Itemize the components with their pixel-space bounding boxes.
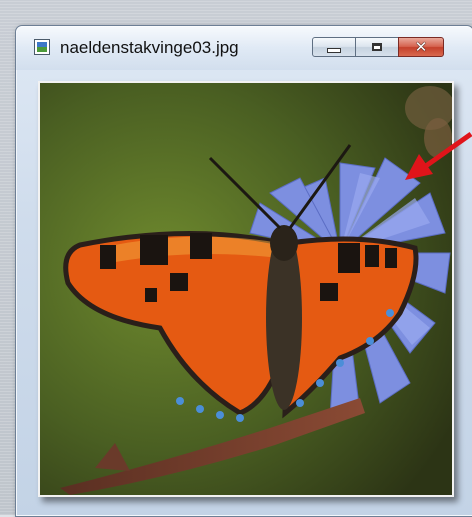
- butterfly-photo: [40, 83, 452, 495]
- minimize-icon: [327, 47, 341, 53]
- minimize-button[interactable]: [312, 37, 356, 57]
- close-button[interactable]: ✕: [398, 37, 444, 57]
- image-canvas: [38, 81, 454, 497]
- maximize-button[interactable]: [355, 37, 399, 57]
- maximize-icon: [372, 43, 382, 51]
- close-icon: ✕: [414, 38, 428, 56]
- image-viewer-window[interactable]: naeldenstakvinge03.jpg ✕: [15, 25, 472, 517]
- red-arrow-icon: [405, 131, 472, 180]
- image-file-icon: [34, 39, 50, 55]
- window-titlebar[interactable]: naeldenstakvinge03.jpg ✕: [16, 26, 472, 70]
- window-title: naeldenstakvinge03.jpg: [60, 38, 239, 57]
